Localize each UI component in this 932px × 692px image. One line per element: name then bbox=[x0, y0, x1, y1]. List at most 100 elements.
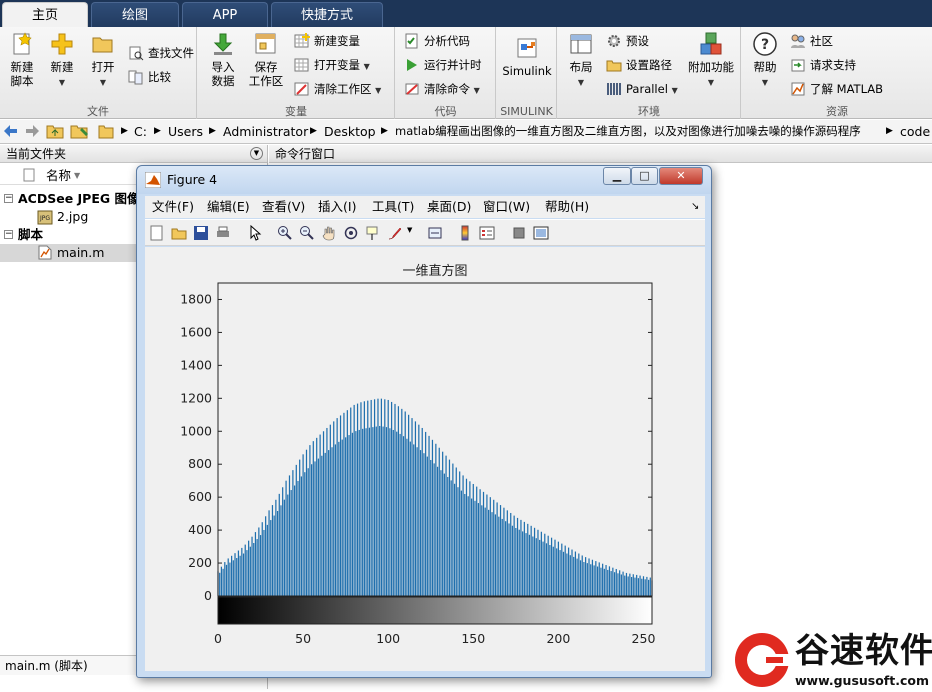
histogram-bar bbox=[261, 522, 263, 596]
layout-button[interactable]: 布局 ▼ bbox=[564, 31, 598, 90]
clear-workspace-dropdown-icon: ▼ bbox=[375, 86, 382, 95]
ribbon-tab-strip: 主页 绘图 APP 快捷方式 bbox=[0, 0, 932, 27]
link-plot-icon[interactable] bbox=[427, 225, 443, 241]
histogram-bar bbox=[348, 435, 350, 596]
collapse-icon[interactable]: − bbox=[4, 230, 13, 239]
maximize-button[interactable]: □ bbox=[631, 167, 658, 185]
histogram-bar bbox=[593, 565, 595, 596]
histogram-bar bbox=[394, 403, 396, 596]
new-button[interactable]: 新建 ▼ bbox=[45, 31, 79, 90]
zoom-out-icon[interactable] bbox=[299, 225, 315, 241]
import-label-2: 数据 bbox=[211, 74, 235, 88]
menubar-dock-icon[interactable]: ↘ bbox=[691, 196, 699, 218]
new-variable-button[interactable]: 新建变量 bbox=[294, 31, 360, 51]
open-variable-button[interactable]: 打开变量 ▼ bbox=[294, 55, 370, 75]
open-button[interactable]: 打开 ▼ bbox=[86, 31, 120, 90]
figure-window[interactable]: Figure 4 ▁ □ ✕ 文件(F) 编辑(E) 查看(V) 插入(I) 工… bbox=[136, 165, 712, 678]
histogram-bar bbox=[248, 540, 250, 596]
breadcrumb-code[interactable]: code bbox=[900, 120, 930, 143]
analyze-code-button[interactable]: 分析代码 bbox=[404, 31, 470, 51]
breadcrumb-users[interactable]: Users bbox=[168, 120, 203, 143]
figure-canvas[interactable]: 一维直方图 0 200 400 600 800 1000 1200 1400 1600 1800 … bbox=[145, 247, 705, 671]
histogram-bar bbox=[222, 568, 224, 596]
clear-workspace-button[interactable]: 清除工作区 ▼ bbox=[294, 79, 381, 99]
menu-file[interactable]: 文件(F) bbox=[152, 196, 194, 218]
data-cursor-icon[interactable] bbox=[365, 225, 381, 241]
panel-actions-icon[interactable]: ▼ bbox=[250, 147, 263, 160]
histogram-bar bbox=[576, 558, 578, 596]
menu-tools[interactable]: 工具(T) bbox=[372, 196, 414, 218]
rotate-3d-icon[interactable] bbox=[343, 225, 359, 241]
histogram-bar bbox=[493, 499, 495, 596]
histogram-bar bbox=[305, 449, 308, 596]
up-folder-icon[interactable] bbox=[46, 120, 64, 143]
forward-arrow-icon[interactable] bbox=[24, 120, 40, 143]
menu-view[interactable]: 查看(V) bbox=[262, 196, 305, 218]
set-path-label: 设置路径 bbox=[626, 58, 672, 72]
tab-home[interactable]: 主页 bbox=[2, 2, 88, 27]
insert-legend-icon[interactable] bbox=[479, 225, 495, 241]
histogram-chart[interactable]: 一维直方图 020040060080010001200140016001800 … bbox=[145, 247, 705, 671]
breadcrumb-drive[interactable]: C: bbox=[134, 120, 147, 143]
brush-icon[interactable] bbox=[387, 225, 403, 241]
histogram-bar bbox=[236, 558, 238, 596]
tab-apps[interactable]: APP bbox=[182, 2, 268, 27]
menu-desktop[interactable]: 桌面(D) bbox=[427, 196, 471, 218]
histogram-bar bbox=[488, 509, 490, 596]
request-support-button[interactable]: 请求支持 bbox=[790, 55, 856, 75]
save-figure-icon[interactable] bbox=[193, 225, 209, 241]
breadcrumb-administrator[interactable]: Administrator bbox=[223, 120, 308, 143]
import-data-button[interactable]: 导入 数据 bbox=[206, 31, 240, 88]
histogram-bar bbox=[607, 569, 609, 596]
clear-commands-button[interactable]: 清除命令 ▼ bbox=[404, 79, 480, 99]
learn-matlab-button[interactable]: 了解 MATLAB bbox=[790, 79, 883, 99]
back-arrow-icon[interactable] bbox=[3, 120, 19, 143]
find-files-button[interactable]: 查找文件 bbox=[128, 43, 194, 63]
histogram-bar bbox=[508, 523, 510, 596]
pan-hand-icon[interactable] bbox=[321, 225, 337, 241]
breadcrumb-desktop[interactable]: Desktop bbox=[324, 120, 376, 143]
community-button[interactable]: 社区 bbox=[790, 31, 833, 51]
open-file-icon[interactable] bbox=[171, 225, 187, 241]
zoom-in-icon[interactable] bbox=[277, 225, 293, 241]
find-files-label: 查找文件 bbox=[148, 46, 194, 60]
brush-dropdown-icon[interactable]: ▼ bbox=[407, 226, 412, 234]
clear-commands-dropdown-icon: ▼ bbox=[473, 86, 480, 95]
menu-window[interactable]: 窗口(W) bbox=[483, 196, 530, 218]
new-script-button[interactable]: 新建 脚本 bbox=[4, 31, 40, 88]
layout-dropdown-icon: ▼ bbox=[577, 78, 585, 87]
compare-button[interactable]: 比较 bbox=[128, 67, 171, 87]
minimize-button[interactable]: ▁ bbox=[603, 167, 631, 185]
print-icon[interactable] bbox=[215, 225, 231, 241]
parallel-button[interactable]: Parallel ▼ bbox=[606, 79, 678, 99]
menu-help[interactable]: 帮助(H) bbox=[545, 196, 589, 218]
histogram-bar bbox=[474, 500, 476, 596]
run-and-time-button[interactable]: 运行并计时 bbox=[404, 55, 482, 75]
run-time-label: 运行并计时 bbox=[424, 58, 482, 72]
new-figure-icon[interactable] bbox=[149, 225, 165, 241]
preferences-button[interactable]: 预设 bbox=[606, 31, 649, 51]
histogram-bar bbox=[591, 559, 594, 596]
help-label: 帮助 bbox=[753, 60, 777, 74]
menu-edit[interactable]: 编辑(E) bbox=[207, 196, 250, 218]
collapse-icon[interactable]: − bbox=[4, 194, 13, 203]
simulink-button[interactable]: Simulink bbox=[501, 35, 553, 78]
x-tick-label: 150 bbox=[461, 631, 485, 646]
menu-insert[interactable]: 插入(I) bbox=[318, 196, 356, 218]
figure-menubar: 文件(F) 编辑(E) 查看(V) 插入(I) 工具(T) 桌面(D) 窗口(W… bbox=[145, 196, 705, 218]
save-workspace-button[interactable]: 保存 工作区 bbox=[246, 31, 286, 88]
histogram-bar bbox=[399, 433, 401, 596]
browse-folder-icon[interactable] bbox=[70, 120, 90, 143]
tab-plots[interactable]: 绘图 bbox=[91, 2, 179, 27]
addons-button[interactable]: 附加功能 ▼ bbox=[686, 31, 736, 90]
insert-colorbar-icon[interactable] bbox=[457, 225, 473, 241]
pointer-icon[interactable] bbox=[247, 225, 263, 241]
show-plot-tools-icon[interactable] bbox=[533, 225, 549, 241]
breadcrumb-project-folder[interactable]: matlab编程画出图像的一维直方图及二维直方图，以及对图像进行加噪去噪的操作源… bbox=[395, 120, 861, 143]
hide-plot-tools-icon[interactable] bbox=[511, 225, 527, 241]
help-button[interactable]: ? 帮助 ▼ bbox=[748, 31, 782, 90]
tab-shortcuts[interactable]: 快捷方式 bbox=[271, 2, 383, 27]
set-path-button[interactable]: 设置路径 bbox=[606, 55, 672, 75]
figure-title-bar[interactable]: Figure 4 ▁ □ ✕ bbox=[137, 166, 711, 194]
close-button[interactable]: ✕ bbox=[659, 167, 703, 185]
